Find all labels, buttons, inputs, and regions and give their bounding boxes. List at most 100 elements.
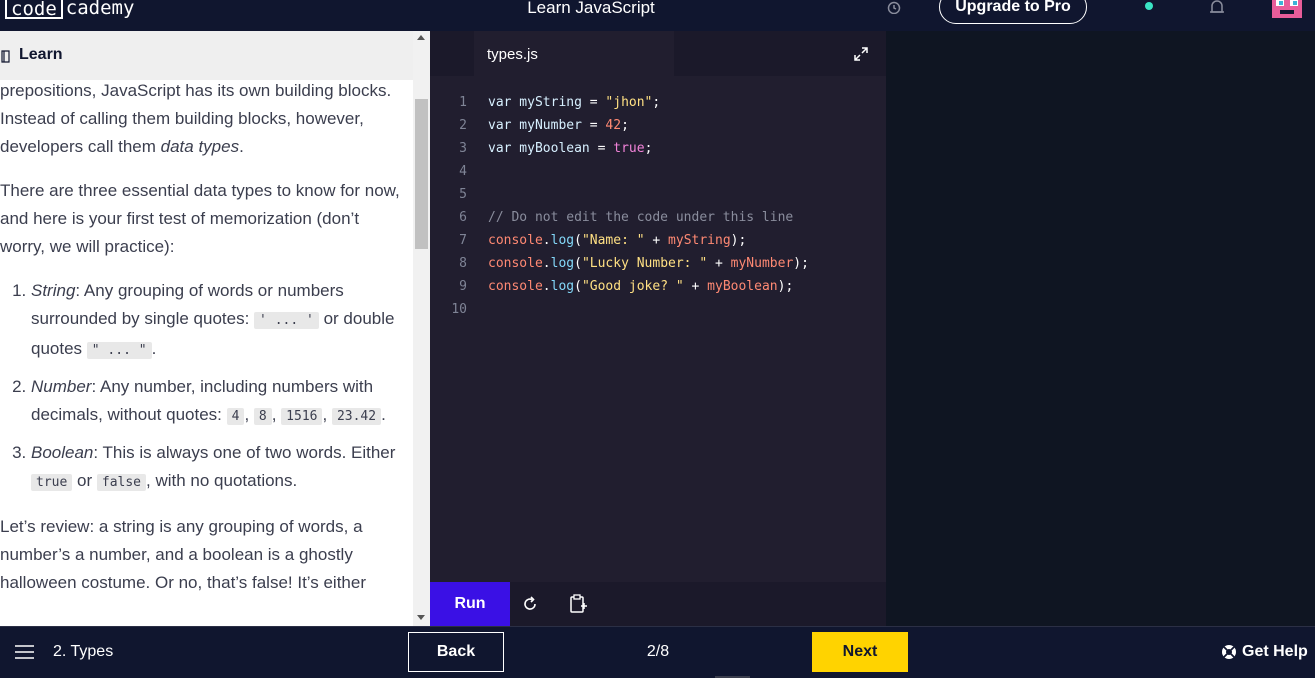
run-button[interactable]: Run xyxy=(430,582,510,626)
method-name: log xyxy=(550,256,575,271)
list-text: , xyxy=(271,405,282,424)
identifier: myNumber xyxy=(511,118,582,133)
code-line: 10 xyxy=(430,298,886,321)
output-panel xyxy=(886,31,1315,626)
learn-panel: prepositions, JavaScript has its own bui… xyxy=(0,31,430,626)
get-help-label[interactable]: Get Help xyxy=(1242,643,1308,661)
scroll-thumb[interactable] xyxy=(415,99,428,249)
list-text: . xyxy=(381,405,386,424)
code-content: var myNumber = 42; xyxy=(467,114,629,137)
line-number: 9 xyxy=(459,279,467,294)
code-content: console.log("Lucky Number: " + myNumber)… xyxy=(467,252,809,275)
boolean-literal: true xyxy=(613,141,645,156)
code-line: 8 console.log("Lucky Number: " + myNumbe… xyxy=(430,252,886,275)
status-dot xyxy=(1145,2,1153,10)
keyword: var xyxy=(488,95,512,110)
next-button[interactable]: Next xyxy=(812,632,908,672)
scroll-down-arrow-icon[interactable] xyxy=(417,615,425,620)
back-button[interactable]: Back xyxy=(408,632,504,672)
punctuation: ); xyxy=(730,233,747,248)
data-types-list: String: Any grouping of words or numbers… xyxy=(0,277,400,497)
bell-icon[interactable] xyxy=(1208,0,1226,16)
method-name: log xyxy=(550,279,575,294)
menu-icon[interactable] xyxy=(15,644,34,660)
clock-icon[interactable] xyxy=(886,0,902,14)
code-content xyxy=(467,160,488,183)
code-line: 4 xyxy=(430,160,886,183)
code-area[interactable]: 1 var myString = "jhon"; 2 var myNumber … xyxy=(430,91,886,321)
object-name: console xyxy=(488,233,543,248)
line-number: 5 xyxy=(459,187,467,202)
argument: myBoolean xyxy=(707,279,778,294)
list-text: or xyxy=(72,471,97,490)
line-number: 8 xyxy=(459,256,467,271)
learn-label: Learn xyxy=(19,46,63,63)
term-boolean: Boolean xyxy=(31,443,94,462)
term-number: Number xyxy=(31,377,92,396)
identifier: myString xyxy=(511,95,582,110)
file-tab-label: types.js xyxy=(487,46,538,63)
code-editor: types.js 1 var myString = "jhon"; 2 var … xyxy=(430,31,886,626)
punctuation: ); xyxy=(793,256,809,271)
code-line: 5 xyxy=(430,183,886,206)
list-text: . xyxy=(151,339,157,358)
code-content: var myBoolean = true; xyxy=(467,137,652,160)
line-number: 10 xyxy=(451,302,467,317)
code-line: 2 var myNumber = 42; xyxy=(430,114,886,137)
lesson-title[interactable]: 2. Types xyxy=(53,643,113,661)
avatar[interactable] xyxy=(1268,0,1306,24)
keyword: var xyxy=(488,118,512,133)
inline-code: false xyxy=(96,474,147,491)
punctuation: ( xyxy=(574,279,582,294)
operator: = xyxy=(581,118,606,133)
punctuation: ); xyxy=(777,279,794,294)
keyword: var xyxy=(488,141,512,156)
line-number: 7 xyxy=(459,233,467,248)
list-item-number: Number: Any number, including numbers wi… xyxy=(31,373,400,431)
operator: + xyxy=(683,279,708,294)
learn-header: Learn xyxy=(0,31,413,80)
file-tab-types-js[interactable]: types.js xyxy=(474,31,674,76)
punctuation: . xyxy=(542,256,551,271)
punctuation: . xyxy=(542,233,551,248)
punctuation: ( xyxy=(574,256,582,271)
top-bar: code cademy Learn JavaScript Upgrade to … xyxy=(0,0,1315,31)
code-content: console.log("Name: " + myString); xyxy=(467,229,746,252)
operator: = xyxy=(589,141,614,156)
help-icon[interactable] xyxy=(1221,644,1237,660)
expand-icon[interactable] xyxy=(854,47,868,61)
code-content xyxy=(467,183,488,206)
editor-tab-strip: types.js xyxy=(430,31,886,76)
object-name: console xyxy=(488,256,543,271)
object-name: console xyxy=(488,279,543,294)
inline-code: 8 xyxy=(253,408,272,425)
inline-code: true xyxy=(31,474,73,491)
list-text: , xyxy=(244,405,254,424)
line-number: 6 xyxy=(459,210,467,225)
reset-icon[interactable] xyxy=(522,596,538,612)
punctuation: . xyxy=(542,279,551,294)
bottom-bar: 2. Types Back 2/8 Next Get Help xyxy=(0,626,1315,678)
upgrade-to-pro-button[interactable]: Upgrade to Pro xyxy=(939,0,1087,24)
code-line: 7 console.log("Name: " + myString); xyxy=(430,229,886,252)
learn-scrollbar[interactable] xyxy=(413,31,430,626)
argument: myNumber xyxy=(730,256,794,271)
code-comment: // Do not edit the code under this line xyxy=(488,210,794,225)
scroll-up-arrow-icon[interactable] xyxy=(417,35,425,40)
list-item-boolean: Boolean: This is always one of two words… xyxy=(31,439,400,497)
operator: + xyxy=(707,256,731,271)
code-content xyxy=(467,298,488,321)
narrative-paragraph: prepositions, JavaScript has its own bui… xyxy=(0,77,400,161)
method-name: log xyxy=(550,233,575,248)
code-content: var myString = "jhon"; xyxy=(467,91,660,114)
inline-code: ' ... ' xyxy=(254,312,319,329)
identifier: myBoolean xyxy=(511,141,590,156)
list-item-string: String: Any grouping of words or numbers… xyxy=(31,277,400,365)
copy-icon[interactable] xyxy=(570,594,588,614)
editor-footer: Run xyxy=(430,582,886,626)
code-line: 6 // Do not edit the code under this lin… xyxy=(430,206,886,229)
operator: = xyxy=(581,95,606,110)
punctuation: ( xyxy=(574,233,582,248)
emphasis-text: data types xyxy=(160,137,240,156)
number-literal: 42 xyxy=(605,118,622,133)
